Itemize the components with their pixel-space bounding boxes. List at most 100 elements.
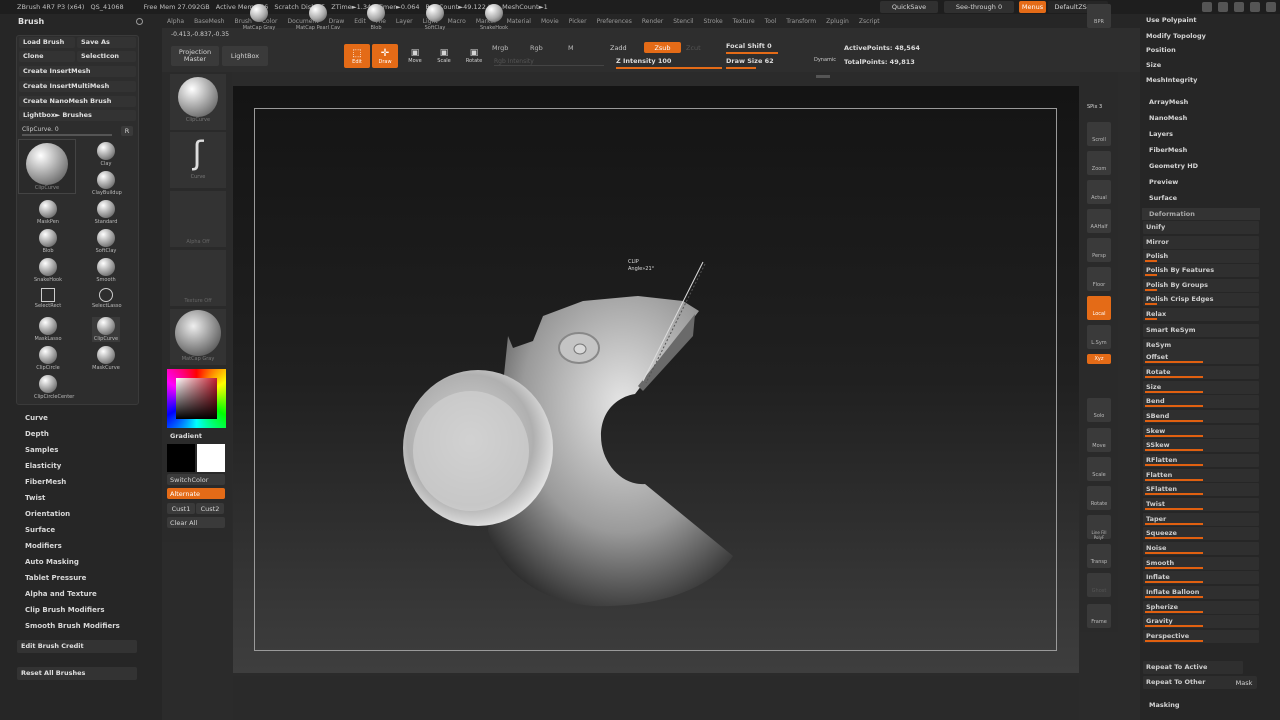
- reset-all-brushes-button[interactable]: Reset All Brushes: [17, 667, 137, 680]
- menu-zplugin[interactable]: Zplugin: [826, 18, 849, 25]
- perspective-slider[interactable]: Perspective: [1143, 630, 1259, 643]
- current-brush-thumbnail[interactable]: ClipCurve: [18, 139, 76, 194]
- shelf-material-slot[interactable]: MatCap Gray: [170, 309, 226, 365]
- lightbox-brushes-button[interactable]: Lightbox► Brushes: [19, 110, 136, 121]
- surface-menu[interactable]: Surface: [1149, 194, 1177, 202]
- menu-texture[interactable]: Texture: [733, 18, 755, 25]
- menu-picker[interactable]: Picker: [569, 18, 587, 25]
- nanomesh-menu[interactable]: NanoMesh: [1149, 114, 1187, 122]
- rgb-button[interactable]: Rgb: [530, 44, 543, 52]
- menus-button[interactable]: Menus: [1019, 1, 1046, 13]
- clear-all-button[interactable]: Clear All: [167, 517, 225, 528]
- xyz-button[interactable]: Xyz: [1087, 354, 1111, 364]
- offset-slider[interactable]: Offset: [1143, 351, 1259, 364]
- repeat-to-other-button[interactable]: Repeat To Other: [1143, 676, 1241, 689]
- load-brush-button[interactable]: Load Brush: [19, 37, 75, 48]
- palette-options-icon[interactable]: [136, 18, 143, 25]
- gravity-slider[interactable]: Gravity: [1143, 615, 1259, 628]
- brush-softclay[interactable]: SoftClay: [92, 229, 120, 254]
- menu-stencil[interactable]: Stencil: [673, 18, 693, 25]
- focal-shift-slider[interactable]: Focal Shift 0: [726, 42, 812, 54]
- switchcolor-button[interactable]: SwitchColor: [167, 474, 225, 485]
- arraymesh-menu[interactable]: ArrayMesh: [1149, 98, 1188, 106]
- smart-resym-button[interactable]: Smart ReSym: [1143, 324, 1259, 337]
- spherize-slider[interactable]: Spherize: [1143, 601, 1259, 614]
- create-insertmultimesh-button[interactable]: Create InsertMultiMesh: [19, 81, 136, 92]
- mesh-model[interactable]: [233, 86, 1079, 673]
- draw-size-slider[interactable]: Draw Size 62: [726, 57, 812, 69]
- brush-maskcurve[interactable]: MaskCurve: [92, 346, 120, 371]
- inflate-slider[interactable]: Inflate: [1143, 571, 1259, 584]
- create-nanomesh-button[interactable]: Create NanoMesh Brush: [19, 96, 136, 107]
- scale-button[interactable]: ▣ Scale: [432, 44, 456, 68]
- menu-orientation[interactable]: Orientation: [25, 510, 70, 518]
- zadd-button[interactable]: Zadd: [610, 44, 627, 52]
- menu-smooth-brush-modifiers[interactable]: Smooth Brush Modifiers: [25, 622, 120, 630]
- window-controls[interactable]: [1180, 2, 1276, 12]
- local-button[interactable]: Local: [1087, 296, 1111, 320]
- transp-button[interactable]: Transp: [1087, 544, 1111, 568]
- brush-maskpen[interactable]: MaskPen: [34, 200, 62, 225]
- layers-menu[interactable]: Layers: [1149, 130, 1173, 138]
- mrgb-button[interactable]: Mrgb: [492, 44, 508, 52]
- menu-clip-brush-modifiers[interactable]: Clip Brush Modifiers: [25, 606, 104, 614]
- sskew-slider[interactable]: SSkew: [1143, 439, 1259, 452]
- menu-depth[interactable]: Depth: [25, 430, 49, 438]
- see-through-slider[interactable]: See-through 0: [944, 1, 1014, 13]
- inflate-balloon-slider[interactable]: Inflate Balloon: [1143, 586, 1259, 599]
- menu-movie[interactable]: Movie: [541, 18, 559, 25]
- relax-slider[interactable]: Relax: [1143, 308, 1259, 321]
- cust2-button[interactable]: Cust2: [196, 503, 224, 514]
- aahalf-button[interactable]: AAHalf: [1087, 209, 1111, 233]
- brush-claybuildup[interactable]: ClayBuildup: [92, 171, 122, 196]
- lock-icon[interactable]: [1218, 2, 1228, 12]
- edit-brush-credit-button[interactable]: Edit Brush Credit: [17, 640, 137, 653]
- menu-twist[interactable]: Twist: [25, 494, 45, 502]
- bottom-softclay[interactable]: SoftClay: [408, 4, 462, 31]
- bottom-snakehook[interactable]: SnakeHook: [467, 4, 521, 31]
- maximize-icon[interactable]: [1250, 2, 1260, 12]
- menu-elasticity[interactable]: Elasticity: [25, 462, 61, 470]
- rotate-button-shelf[interactable]: Rotate: [1087, 486, 1111, 510]
- actual-button[interactable]: Actual: [1087, 180, 1111, 204]
- scroll-button[interactable]: Scroll: [1087, 122, 1111, 146]
- cust1-button[interactable]: Cust1: [167, 503, 195, 514]
- lsym-button[interactable]: L.Sym: [1087, 325, 1111, 349]
- squeeze-slider[interactable]: Squeeze: [1143, 527, 1259, 540]
- shelf-alpha-slot[interactable]: Alpha Off: [170, 191, 226, 247]
- brush-standard[interactable]: Standard: [92, 200, 120, 225]
- skew-slider[interactable]: Skew: [1143, 425, 1259, 438]
- flatten-slider[interactable]: Flatten: [1143, 469, 1259, 482]
- color-picker[interactable]: [167, 369, 226, 428]
- r-button[interactable]: R: [121, 126, 133, 136]
- gradient-label[interactable]: Gradient: [170, 432, 202, 440]
- deformation-header[interactable]: Deformation: [1142, 208, 1260, 220]
- close-icon[interactable]: [1266, 2, 1276, 12]
- mask-button[interactable]: Mask: [1231, 676, 1257, 689]
- bottom-matcap-pearl-cav[interactable]: MatCap Pearl Cav: [291, 4, 345, 31]
- brush-masklasso[interactable]: MaskLasso: [34, 317, 62, 342]
- size-menu[interactable]: Size: [1146, 61, 1161, 69]
- menu-preferences[interactable]: Preferences: [597, 18, 632, 25]
- brush-snakehook[interactable]: SnakeHook: [34, 258, 62, 283]
- polish-by-groups-slider[interactable]: Polish By Groups: [1143, 279, 1259, 292]
- noise-slider[interactable]: Noise: [1143, 542, 1259, 555]
- minimize-icon[interactable]: [1234, 2, 1244, 12]
- brush-clipcirclecenter[interactable]: ClipCircleCenter: [34, 375, 74, 400]
- menu-tool[interactable]: Tool: [765, 18, 777, 25]
- menu-stroke[interactable]: Stroke: [704, 18, 723, 25]
- masking-menu[interactable]: Masking: [1149, 701, 1180, 709]
- help-icon[interactable]: [1202, 2, 1212, 12]
- rotate-slider[interactable]: Rotate: [1143, 366, 1259, 379]
- create-insertmesh-button[interactable]: Create InsertMesh: [19, 66, 136, 77]
- polish-by-features-slider[interactable]: Polish By Features: [1143, 264, 1259, 277]
- size-slider[interactable]: Size: [1143, 381, 1259, 394]
- quicksave-button[interactable]: QuickSave: [880, 1, 938, 13]
- spix-slider[interactable]: SPix 3: [1087, 104, 1102, 110]
- clone-button[interactable]: Clone: [19, 51, 75, 62]
- zsub-button[interactable]: Zsub: [644, 42, 681, 53]
- menu-surface[interactable]: Surface: [25, 526, 55, 534]
- menu-zscript[interactable]: Zscript: [859, 18, 880, 25]
- scale-button-shelf[interactable]: Scale: [1087, 457, 1111, 481]
- alternate-button[interactable]: Alternate: [167, 488, 225, 499]
